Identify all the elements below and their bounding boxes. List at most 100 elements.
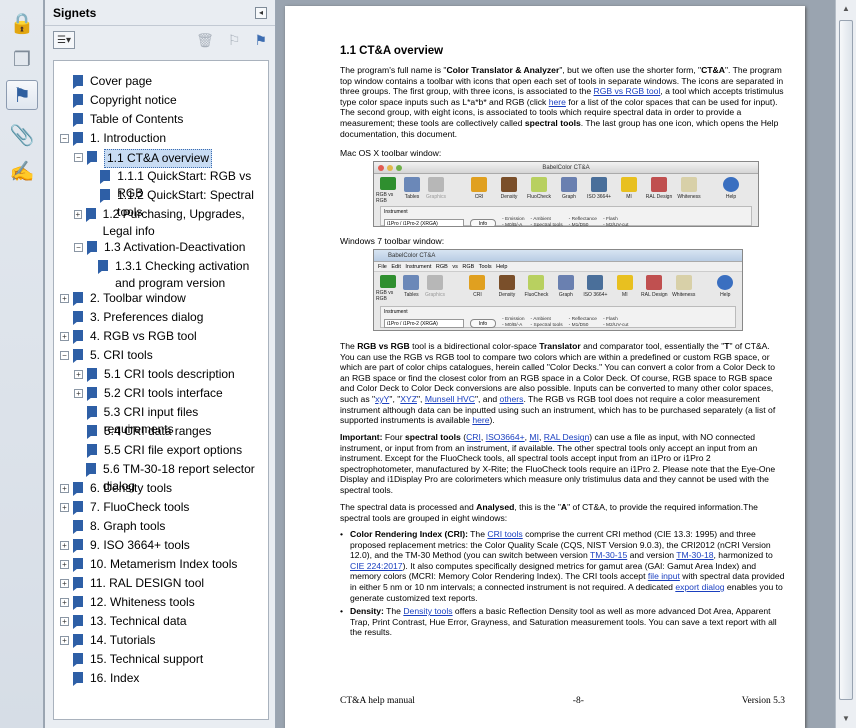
doc-link[interactable]: CIE 224:2017: [350, 561, 403, 571]
collapse-toggle-icon[interactable]: −: [74, 243, 83, 252]
doc-link[interactable]: TM-30-15: [590, 550, 627, 560]
bookmark-label: 13. Technical data: [90, 614, 187, 628]
bookmark-item[interactable]: 1.3.1 Checking activation and program ve…: [88, 258, 262, 292]
doc-link[interactable]: TM-30-18: [676, 550, 713, 560]
attachments-icon[interactable]: 📎: [6, 120, 38, 150]
text-run: , harmonized to: [713, 550, 773, 561]
doc-link[interactable]: CRI tools: [487, 529, 522, 539]
text-run: Analysed: [476, 502, 515, 512]
bookmark-item[interactable]: +14. Tutorials: [60, 632, 262, 649]
expand-toggle-icon[interactable]: +: [74, 210, 82, 219]
overview-paragraph: The program's full name is "Color Transl…: [340, 65, 785, 139]
bookmark-item[interactable]: − 1.1 CT&A overview: [74, 149, 262, 168]
expand-toggle-icon[interactable]: +: [74, 389, 83, 398]
bookmark-item[interactable]: +12. Whiteness tools: [60, 594, 262, 611]
bookmarks-icon[interactable]: ⚑: [6, 80, 38, 110]
expand-toggle-icon[interactable]: +: [74, 370, 83, 379]
bookmark-label: 5.1 CRI tools description: [104, 367, 235, 381]
doc-link[interactable]: file input: [648, 571, 680, 581]
bookmark-label: 5.2 CRI tools interface: [104, 386, 223, 400]
toolbar-tool-icon: CRI: [463, 275, 492, 302]
expand-toggle-icon[interactable]: +: [60, 617, 69, 626]
windows-toolbar-icons: RGB vs RGB Tables Graphics CRI Density FluoCh…: [374, 272, 742, 302]
bookmark-icon: [73, 113, 83, 127]
bookmark-item[interactable]: Copyright notice: [60, 92, 262, 109]
collapse-panel-button[interactable]: ◂: [255, 6, 267, 19]
collapse-toggle-icon[interactable]: −: [60, 134, 69, 143]
doc-link[interactable]: RAL Design: [544, 432, 590, 442]
option-radio: ◦ M0/B/-A: [502, 223, 523, 227]
doc-link[interactable]: ISO3664+: [486, 432, 525, 442]
doc-link[interactable]: xyY: [375, 394, 389, 404]
text-run: ", but we often use the shorter form, ": [559, 65, 702, 75]
bookmark-item[interactable]: 5.4 CRI data ranges: [74, 423, 262, 440]
delete-bookmark-icon[interactable]: 🗑: [196, 32, 214, 49]
doc-link[interactable]: Density tools: [403, 606, 452, 616]
bookmark-item[interactable]: +9. ISO 3664+ tools: [60, 537, 262, 554]
bookmark-label: 4. RGB vs RGB tool: [90, 329, 197, 343]
doc-link[interactable]: XYZ: [400, 394, 417, 404]
bookmark-icon: [73, 330, 83, 344]
bookmark-item[interactable]: 15. Technical support: [60, 651, 262, 668]
bookmark-item[interactable]: − 1.3 Activation-Deactivation: [74, 239, 262, 256]
collapse-toggle-icon[interactable]: −: [60, 351, 69, 360]
bookmark-item[interactable]: 16. Index: [60, 670, 262, 687]
expand-toggle-icon[interactable]: +: [60, 579, 69, 588]
pages-icon[interactable]: ❐: [6, 44, 38, 74]
vertical-scrollbar[interactable]: ▲ ▼: [835, 0, 856, 728]
bookmark-label: 15. Technical support: [90, 652, 204, 666]
text-run: Color Translator & Analyzer: [446, 65, 560, 75]
scroll-up-arrow-icon[interactable]: ▲: [836, 0, 856, 18]
bookmark-item[interactable]: 3. Preferences dialog: [60, 309, 262, 326]
bookmark-item[interactable]: − 5. CRI tools: [60, 347, 262, 364]
new-bookmark-icon[interactable]: ⚐: [228, 32, 241, 49]
bookmark-item[interactable]: Cover page: [60, 73, 262, 90]
bookmark-item[interactable]: +6. Density tools: [60, 480, 262, 497]
bookmark-item[interactable]: +2. Toolbar window: [60, 290, 262, 307]
expand-toggle-icon[interactable]: +: [60, 294, 69, 303]
expand-toggle-icon[interactable]: +: [60, 636, 69, 645]
bookmark-item[interactable]: +5.2 CRI tools interface: [74, 385, 262, 402]
doc-link[interactable]: others: [500, 394, 524, 404]
bookmark-item[interactable]: +10. Metamerism Index tools: [60, 556, 262, 573]
doc-link[interactable]: RGB vs RGB tool: [594, 86, 661, 96]
doc-link[interactable]: MI: [529, 432, 539, 442]
expand-bookmark-icon[interactable]: ⚑: [254, 32, 267, 49]
bookmark-item[interactable]: +5.1 CRI tools description: [74, 366, 262, 383]
expand-toggle-icon[interactable]: +: [60, 503, 69, 512]
scroll-thumb[interactable]: [839, 20, 853, 700]
doc-link[interactable]: here: [472, 415, 489, 425]
toolbar-tool-icon: Tables: [400, 275, 424, 302]
signatures-icon[interactable]: ✍: [6, 156, 38, 186]
text-run: The spectral data is processed and: [340, 502, 477, 512]
bookmark-item[interactable]: 5.5 CRI file export options: [74, 442, 262, 459]
doc-link[interactable]: here: [549, 97, 566, 107]
expand-toggle-icon[interactable]: +: [60, 560, 69, 569]
mac-options: ◦ Emission ◦ Ambient ◦ Reflectance ◦ Flash ◦…: [502, 217, 628, 227]
bookmark-item[interactable]: 8. Graph tools: [60, 518, 262, 535]
expand-toggle-icon[interactable]: +: [60, 598, 69, 607]
expand-toggle-icon[interactable]: +: [60, 541, 69, 550]
expand-toggle-icon[interactable]: +: [60, 484, 69, 493]
bookmark-item[interactable]: +11. RAL DESIGN tool: [60, 575, 262, 592]
mac-info-button: Info: [470, 218, 496, 226]
section-heading: 1.1 CT&A overview: [340, 45, 444, 57]
bookmark-icon: [85, 208, 96, 222]
scroll-down-arrow-icon[interactable]: ▼: [836, 710, 856, 728]
bookmark-label: 1.3.1 Checking activation and program ve…: [115, 259, 250, 290]
bookmark-item[interactable]: − 1. Introduction: [60, 130, 262, 147]
collapse-toggle-icon[interactable]: −: [74, 153, 83, 162]
bookmark-tree: Cover page Copyright notice Table of Conte…: [53, 60, 269, 720]
mac-toolbar-icons: RGB vs RGB Tables Graphics CRI Density FluoCh…: [374, 174, 758, 204]
doc-link[interactable]: Munsell HVC: [425, 394, 475, 404]
bookmark-item[interactable]: +7. FluoCheck tools: [60, 499, 262, 516]
options-menu-button[interactable]: ☰▾: [53, 31, 75, 49]
bookmark-item[interactable]: +1.2 Purchasing, Upgrades, Legal info: [74, 206, 262, 240]
bookmark-item[interactable]: Table of Contents: [60, 111, 262, 128]
lock-icon[interactable]: 🔒: [6, 8, 38, 38]
bookmark-item[interactable]: +4. RGB vs RGB tool: [60, 328, 262, 345]
bookmark-item[interactable]: +13. Technical data: [60, 613, 262, 630]
expand-toggle-icon[interactable]: +: [60, 332, 69, 341]
doc-link[interactable]: export dialog: [675, 582, 724, 592]
doc-link[interactable]: CRI: [466, 432, 481, 442]
